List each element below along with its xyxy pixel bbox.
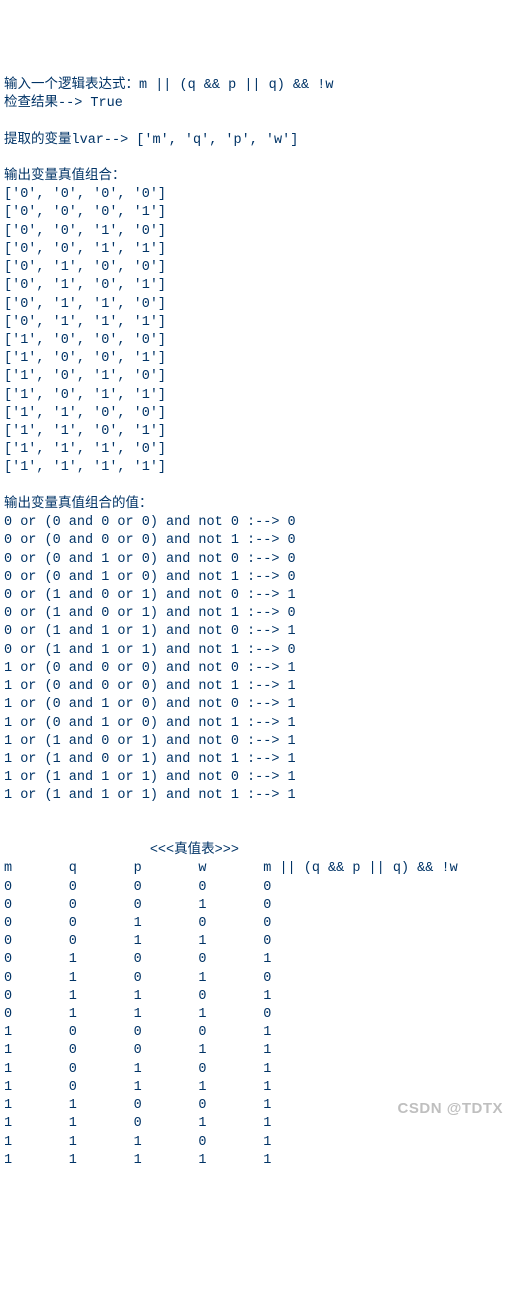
watermark: CSDN @TDTX (398, 1099, 503, 1119)
console-output: 输入一个逻辑表达式：m || (q && p || q) && !w 检查结果-… (4, 77, 509, 1170)
